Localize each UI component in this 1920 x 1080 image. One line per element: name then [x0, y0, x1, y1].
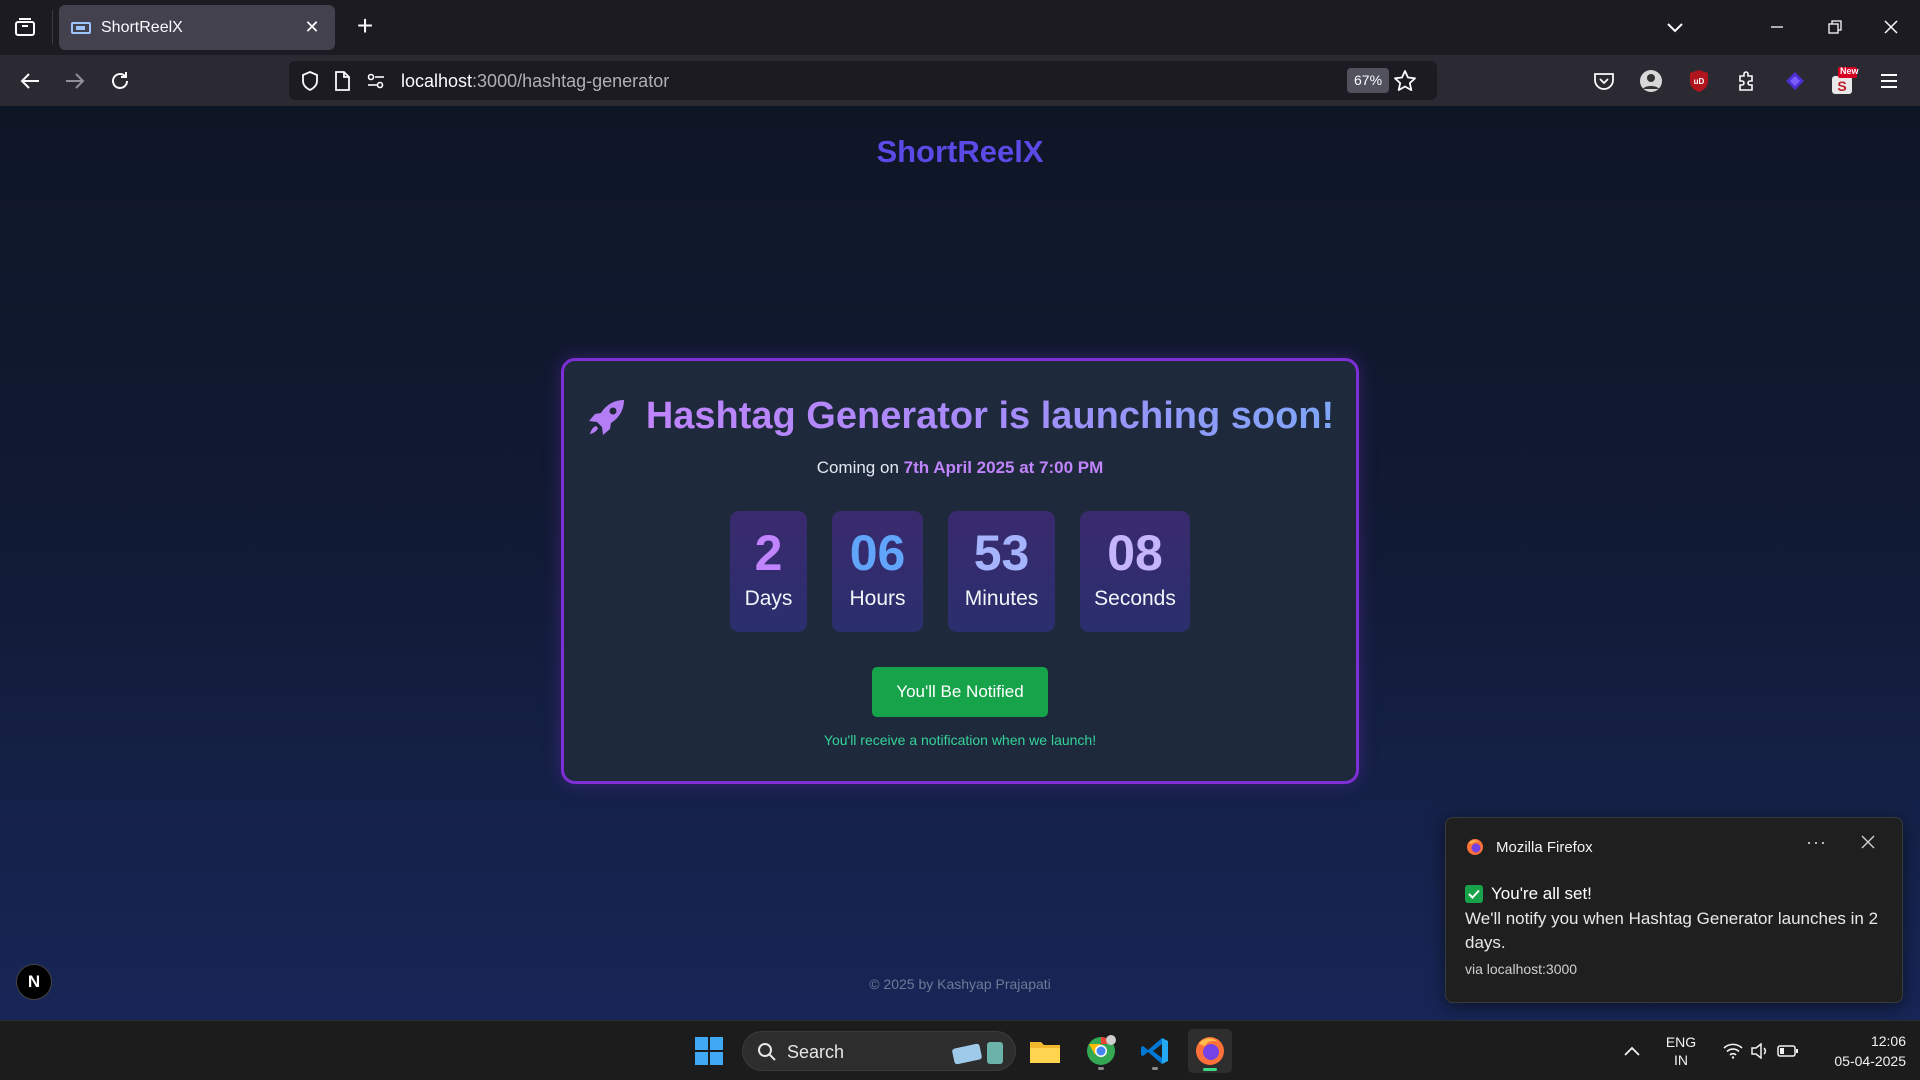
language-code: ENG [1665, 1034, 1697, 1050]
windows-taskbar: Search ENG IN 12:06 05-04-2025 [0, 1020, 1920, 1080]
close-tab-icon[interactable]: ✕ [301, 17, 323, 38]
browser-navigation-bar: localhost:3000/hashtag-generator 67% uD … [0, 55, 1920, 106]
bookmark-star-icon[interactable] [1393, 69, 1417, 93]
wifi-icon [1723, 1043, 1743, 1059]
launch-date-value: 7th April 2025 at 7:00 PM [903, 458, 1104, 477]
region-code: IN [1674, 1052, 1688, 1068]
battery-icon [1777, 1045, 1798, 1057]
firefox-taskbar-icon[interactable] [1188, 1029, 1232, 1073]
check-mark-icon [1465, 885, 1483, 903]
countdown-seconds: 08 Seconds [1080, 511, 1190, 632]
purple-extension-icon[interactable] [1781, 67, 1809, 95]
file-explorer-icon[interactable] [1023, 1029, 1067, 1073]
clock-date: 05-04-2025 [1834, 1053, 1906, 1069]
toast-source: via localhost:3000 [1465, 961, 1578, 977]
tab-title: ShortReelX [101, 18, 183, 36]
address-bar[interactable]: localhost:3000/hashtag-generator 67% [289, 61, 1437, 100]
launch-card: Hashtag Generator is launching soon! Com… [561, 358, 1359, 784]
forward-arrow-icon[interactable] [58, 64, 92, 98]
site-permissions-icon[interactable] [365, 70, 387, 92]
taskbar-search-label: Search [787, 1042, 845, 1062]
new-tab-button[interactable]: + [350, 12, 380, 42]
url-text[interactable]: localhost:3000/hashtag-generator [401, 71, 669, 92]
clock[interactable]: 12:06 05-04-2025 [1810, 1031, 1906, 1071]
page-icon[interactable] [331, 70, 353, 92]
film-icon [71, 21, 91, 34]
running-indicator [1152, 1067, 1158, 1070]
nextjs-dev-badge[interactable]: N [16, 964, 52, 1000]
countdown-days: 2 Days [730, 511, 807, 632]
show-hidden-icons-chevron-icon[interactable] [1610, 1029, 1654, 1073]
countdown-days-value: 2 [754, 525, 783, 581]
list-all-tabs-icon[interactable] [1660, 12, 1690, 42]
notify-confirmation-text: You'll receive a notification when we la… [823, 732, 1097, 748]
countdown-hours-value: 06 [849, 525, 906, 581]
pocket-icon[interactable] [1590, 67, 1618, 95]
zoom-level-badge[interactable]: 67% [1347, 68, 1390, 93]
browser-tab-bar: ShortReelX ✕ + [0, 0, 1920, 55]
taskbar-search-box[interactable]: Search [742, 1031, 1016, 1071]
back-arrow-icon[interactable] [13, 64, 47, 98]
active-indicator [1203, 1068, 1217, 1071]
tab-divider [52, 10, 53, 44]
launch-date-prefix: Coming on [816, 458, 899, 477]
running-indicator [1098, 1067, 1104, 1070]
countdown-timer: 2 Days 06 Hours 53 Minutes 08 Seconds [564, 511, 1356, 632]
countdown-days-label: Days [744, 587, 793, 610]
clock-time: 12:06 [1870, 1033, 1906, 1049]
chrome-icon[interactable] [1079, 1029, 1123, 1073]
url-host: localhost [401, 71, 473, 91]
minimize-icon[interactable] [1762, 12, 1792, 42]
close-window-icon[interactable] [1876, 12, 1906, 42]
svg-text:S: S [1837, 78, 1846, 94]
vscode-icon[interactable] [1133, 1029, 1177, 1073]
launch-heading: Hashtag Generator is launching soon! [645, 395, 1335, 437]
url-path: :3000/hashtag-generator [472, 71, 670, 91]
countdown-hours-label: Hours [849, 587, 906, 610]
search-icon [758, 1043, 776, 1061]
countdown-seconds-value: 08 [1107, 525, 1163, 581]
toast-close-icon[interactable] [1861, 832, 1875, 855]
extensions-puzzle-icon[interactable] [1733, 67, 1761, 95]
toast-app-name: Mozilla Firefox [1496, 838, 1593, 856]
ublock-origin-icon[interactable]: uD [1685, 67, 1713, 95]
firefox-notification-toast[interactable]: Mozilla Firefox ··· You're all set! We'l… [1445, 817, 1903, 1003]
card-title: Hashtag Generator is launching soon! [564, 395, 1356, 438]
shield-icon[interactable] [299, 70, 321, 92]
volume-icon [1751, 1043, 1767, 1059]
countdown-minutes-value: 53 [973, 525, 1030, 581]
system-tray-status[interactable] [1716, 1029, 1806, 1073]
tab-shortreelx[interactable]: ShortReelX ✕ [59, 5, 335, 50]
toast-header: Mozilla Firefox [1466, 838, 1593, 856]
svg-text:uD: uD [1694, 77, 1705, 86]
hamburger-menu-icon[interactable] [1875, 67, 1903, 95]
countdown-minutes-label: Minutes [964, 587, 1039, 610]
site-logo[interactable]: ShortReelX [0, 134, 1920, 170]
new-badge-label: New [1840, 66, 1859, 76]
toast-more-options-icon[interactable]: ··· [1806, 832, 1827, 853]
account-avatar-icon[interactable] [1637, 67, 1665, 95]
notify-button[interactable]: You'll Be Notified [872, 667, 1048, 717]
tab-list-icon[interactable] [12, 14, 38, 40]
toast-title-text: You're all set! [1491, 884, 1592, 903]
countdown-minutes: 53 Minutes [948, 511, 1055, 632]
countdown-hours: 06 Hours [832, 511, 923, 632]
toast-title: You're all set! [1465, 884, 1592, 904]
firefox-icon [1467, 839, 1483, 855]
language-indicator[interactable]: ENG IN [1656, 1033, 1706, 1069]
windows-start-icon[interactable] [687, 1029, 731, 1073]
reload-icon[interactable] [103, 64, 137, 98]
launch-date-text: Coming on 7th April 2025 at 7:00 PM [564, 458, 1356, 478]
search-highlight-icon [952, 1042, 1003, 1065]
new-extension-icon[interactable]: S New [1829, 66, 1859, 95]
restore-icon[interactable] [1820, 12, 1850, 42]
rocket-icon [588, 399, 624, 435]
countdown-seconds-label: Seconds [1094, 587, 1176, 610]
toast-body: We'll notify you when Hashtag Generator … [1465, 909, 1879, 952]
